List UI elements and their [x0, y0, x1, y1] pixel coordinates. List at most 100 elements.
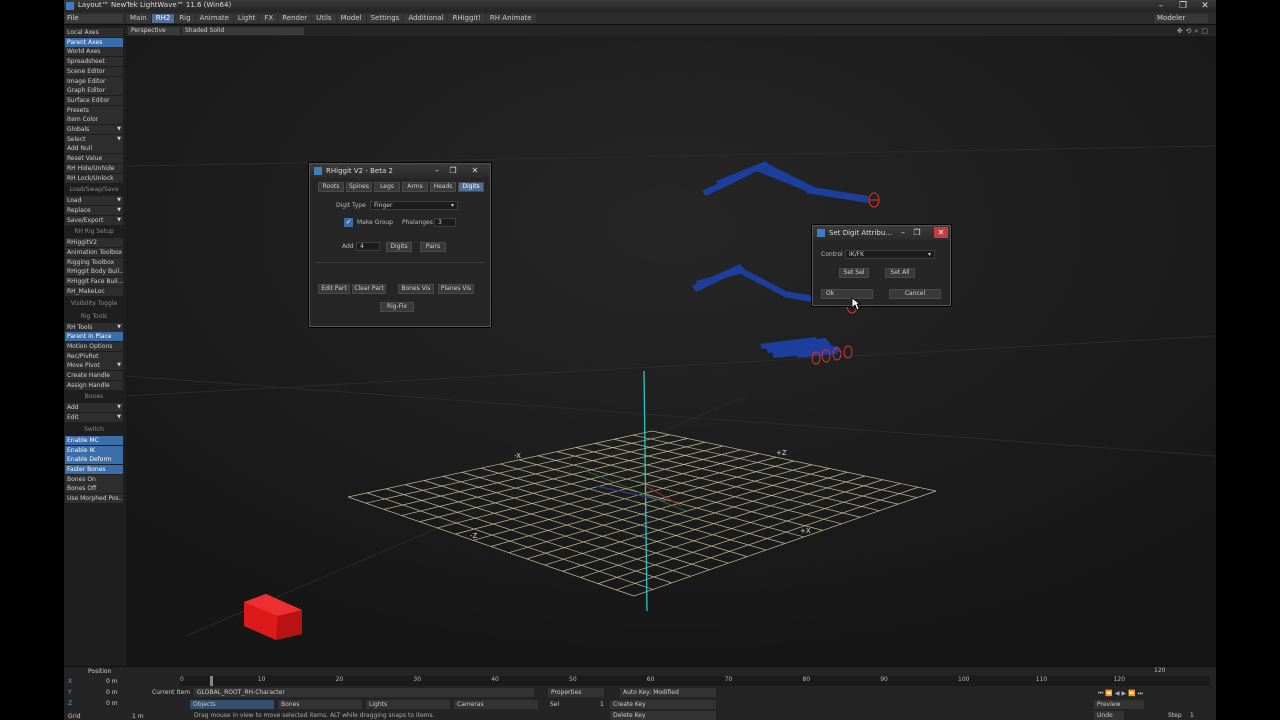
auto-key-select[interactable]: Auto Key: Modified	[620, 688, 716, 697]
toolbar-animation-toolbox[interactable]: Animation Toolbox	[65, 248, 123, 257]
menu-tab-utils[interactable]: Utils	[312, 14, 336, 23]
set-digit-minimize-button[interactable]: –	[896, 227, 910, 238]
menu-tab-animate[interactable]: Animate	[195, 14, 233, 23]
toolbar-use-morphed-pos[interactable]: Use Morphed Pos...	[65, 494, 123, 503]
toolbar-world-axes[interactable]: World Axes	[65, 47, 123, 57]
toolbar-enable-deform[interactable]: Enable Deform	[65, 455, 123, 465]
pairs-button[interactable]: Pairs	[420, 242, 446, 252]
toolbar-select[interactable]: Select ▼	[65, 134, 123, 144]
preview-select[interactable]: Preview	[1094, 700, 1144, 709]
toolbar-item-color[interactable]: Item Color	[65, 115, 123, 125]
toolbar-enable-mc[interactable]: Enable MC	[65, 435, 123, 445]
cancel-button[interactable]: Cancel	[889, 289, 941, 299]
control-select[interactable]: IK/FK ▾	[845, 250, 935, 259]
toolbar-globals[interactable]: Globals ▼	[65, 125, 123, 134]
toolbar-replace[interactable]: Replace ▼	[65, 205, 123, 215]
create-key-button[interactable]: Create Key	[610, 700, 716, 709]
toolbar-graph-editor[interactable]: Graph Editor	[65, 86, 123, 96]
menu-tab-model[interactable]: Model	[336, 14, 366, 23]
clear-part-button[interactable]: Clear Part	[352, 284, 386, 294]
move-view-icon[interactable]: ✥	[1177, 27, 1183, 36]
modeler-button[interactable]: Modeler	[1154, 14, 1208, 23]
properties-button[interactable]: Properties	[548, 688, 604, 697]
menu-tab-rhiggit-[interactable]: RHiggit!	[448, 14, 485, 23]
toolbar-spreadsheet[interactable]: Spreadsheet	[65, 57, 123, 67]
toolbar-motion-options[interactable]: Motion Options	[65, 341, 123, 351]
next-key-icon[interactable]: ⏩	[1128, 690, 1135, 698]
toolbar-move-pivot[interactable]: Move Pivot ▼	[65, 361, 123, 371]
menu-tab-render[interactable]: Render	[278, 14, 312, 23]
bones-vis-button[interactable]: Bones Vis	[398, 284, 434, 294]
set-all-button[interactable]: Set All	[885, 268, 915, 278]
play-back-icon[interactable]: ◀	[1115, 690, 1120, 698]
toolbar-rh-lock-unlock[interactable]: RH Lock/Unlock	[65, 173, 123, 183]
digits-button[interactable]: Digits	[386, 242, 412, 252]
current-item-select[interactable]: GLOBAL_ROOT_RH-Character	[194, 688, 534, 697]
first-frame-icon[interactable]: ⏮	[1098, 690, 1103, 698]
axis-z-value[interactable]: 0 m	[106, 699, 118, 708]
last-frame-icon[interactable]: ⏭	[1138, 690, 1143, 698]
menu-tab-additional[interactable]: Additional	[404, 14, 448, 23]
undo-button[interactable]: Undo	[1094, 711, 1124, 720]
set-sel-button[interactable]: Set Sel	[839, 268, 869, 278]
perspective-viewport[interactable]: -X +Z -Z +X	[126, 36, 1216, 666]
axis-x-value[interactable]: 0 m	[106, 677, 118, 686]
rhiggit-dialog-titlebar[interactable]: RHiggit V2 - Beta 2 – ❐ ✕	[310, 164, 490, 178]
axis-y-value[interactable]: 0 m	[106, 688, 118, 697]
toolbar-parent-in-place[interactable]: Parent in Place	[65, 332, 123, 342]
minimize-button[interactable]: –	[1150, 0, 1172, 12]
toolbar-presets[interactable]: Presets	[65, 105, 123, 115]
close-button[interactable]: ✕	[1194, 0, 1216, 12]
rhiggit-tab-heads[interactable]: Heads	[430, 182, 456, 192]
zoom-view-icon[interactable]: ⌕	[1194, 27, 1198, 36]
toolbar-rhiggitv2[interactable]: RHiggitV2	[65, 238, 123, 248]
add-count-field[interactable]: 4	[356, 242, 380, 251]
toolbar-rhiggit-face-buil[interactable]: RHiggit Face Buil...	[65, 277, 123, 287]
dialog-maximize-button[interactable]: ❐	[446, 165, 460, 176]
toolbar-scene-editor[interactable]: Scene Editor	[65, 66, 123, 76]
toolbar-bones-off[interactable]: Bones Off	[65, 484, 123, 494]
bones-button[interactable]: Bones	[278, 700, 362, 709]
maximize-view-icon[interactable]: ▢	[1201, 27, 1208, 36]
toolbar-bones-on[interactable]: Bones On	[65, 474, 123, 484]
make-group-checkbox[interactable]: ✓	[344, 218, 353, 227]
toolbar-faster-bones[interactable]: Faster Bones	[65, 464, 123, 474]
dialog-minimize-button[interactable]: –	[430, 165, 444, 176]
shading-select[interactable]: Shaded Solid	[182, 27, 304, 35]
rhiggit-tab-roots[interactable]: Roots	[318, 182, 344, 192]
set-digit-close-button[interactable]: ✕	[934, 227, 948, 238]
menu-tab-light[interactable]: Light	[233, 14, 260, 23]
set-digit-dialog-titlebar[interactable]: Set Digit Attribu... – ❐ ✕	[813, 226, 950, 240]
rhiggit-tab-arms[interactable]: Arms	[402, 182, 428, 192]
toolbar-rigging-toolbox[interactable]: Rigging Toolbox	[65, 257, 123, 267]
time-slider-handle[interactable]	[210, 676, 213, 686]
menu-tab-rig[interactable]: Rig	[175, 14, 195, 23]
timeline-ruler[interactable]: 0 10 20 30 40 50 60 70 80 90 100 110 120	[180, 676, 1210, 686]
objects-button[interactable]: Objects	[190, 700, 274, 709]
toolbar-create-handle[interactable]: Create Handle	[65, 371, 123, 380]
menu-tab-fx[interactable]: FX	[260, 14, 278, 23]
lights-button[interactable]: Lights	[366, 700, 450, 709]
menu-tab-rh-animate[interactable]: RH Animate	[485, 14, 536, 23]
toolbar-rh-tools[interactable]: RH Tools ▼	[65, 322, 123, 332]
toolbar-enable-ik[interactable]: Enable IK	[65, 445, 123, 455]
menu-tab-settings[interactable]: Settings	[366, 14, 404, 23]
dialog-close-button[interactable]: ✕	[468, 165, 482, 176]
digit-type-select[interactable]: Finger ▾	[370, 201, 458, 210]
rig-fix-button[interactable]: Rig-Fix	[380, 302, 414, 312]
toolbar-reset-value[interactable]: Reset Value	[65, 154, 123, 164]
toolbar-rhiggit-body-buil[interactable]: RHiggit Body Buil...	[65, 267, 123, 277]
toolbar-add-null[interactable]: Add Null	[65, 144, 123, 154]
toolbar-rec-pivrot[interactable]: Rec/PivRot	[65, 351, 123, 361]
toolbar-rh-makeloc[interactable]: RH_MakeLoc	[65, 286, 123, 296]
rhiggit-tab-digits[interactable]: Digits	[458, 182, 484, 192]
prev-key-icon[interactable]: ⏪	[1105, 690, 1112, 698]
menu-tab-rh2[interactable]: RH2	[151, 14, 175, 23]
menu-tab-main[interactable]: Main	[126, 14, 151, 23]
delete-key-button[interactable]: Delete Key	[610, 711, 716, 720]
view-type-select[interactable]: Perspective	[128, 27, 180, 35]
ok-button[interactable]: Ok	[821, 289, 873, 299]
toolbar-edit[interactable]: Edit ▼	[65, 413, 123, 423]
rhiggit-tab-spines[interactable]: Spines	[346, 182, 372, 192]
toolbar-local-axes[interactable]: Local Axes	[65, 28, 123, 37]
